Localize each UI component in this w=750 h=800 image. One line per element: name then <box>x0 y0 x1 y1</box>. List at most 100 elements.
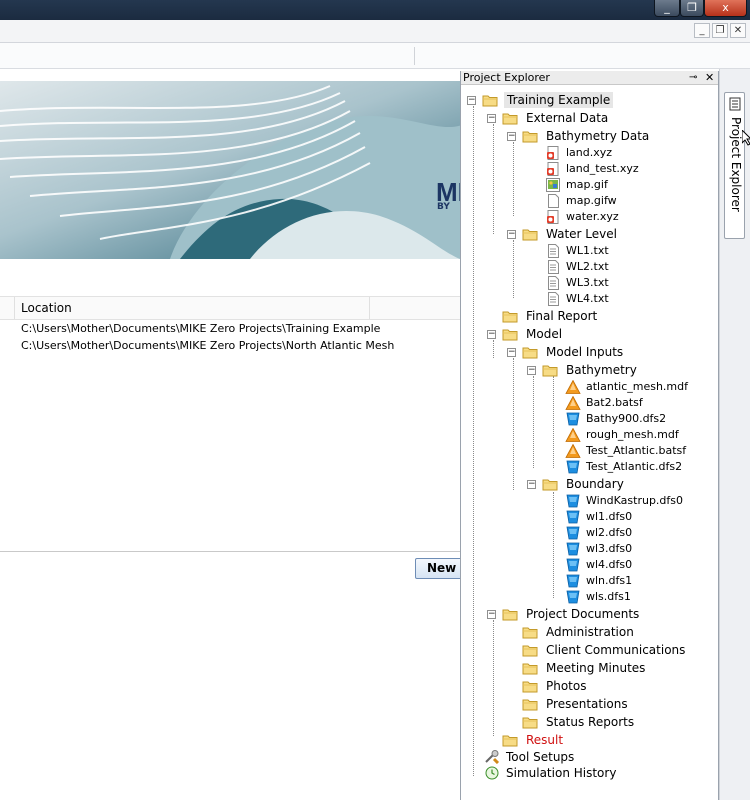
project-explorer-icon <box>729 97 741 111</box>
location-column-header[interactable]: Location <box>21 301 72 315</box>
history-icon <box>484 766 500 780</box>
tree-node-label: Bathymetry <box>566 363 637 377</box>
tree-node-label: Boundary <box>566 477 624 491</box>
collapse-toggle[interactable]: − <box>487 330 496 339</box>
tree-node-label: Simulation History <box>506 766 617 780</box>
tree-node-label: WL1.txt <box>566 244 609 257</box>
tree-guide <box>513 240 514 298</box>
tree-node-label: External Data <box>526 111 609 125</box>
window-close-button[interactable]: x <box>704 0 747 17</box>
folder-open-icon <box>522 129 538 143</box>
xyz-file-icon <box>545 146 561 160</box>
folder-open-icon <box>502 327 518 341</box>
tree-guide <box>553 376 554 468</box>
document-close-button[interactable]: ✕ <box>730 23 746 38</box>
folder-icon <box>502 733 518 747</box>
tree-node-label: Bathy900.dfs2 <box>586 412 667 425</box>
banner-graphic <box>0 85 460 259</box>
start-page-banner: MI BY <box>0 81 460 259</box>
text-file-icon <box>545 292 561 306</box>
window-minimize-button[interactable]: _ <box>654 0 680 17</box>
collapse-toggle[interactable]: − <box>467 96 476 105</box>
tree-node-label: Photos <box>546 679 587 693</box>
document-minimize-button[interactable]: _ <box>694 23 710 38</box>
mesh-file-icon <box>565 380 581 394</box>
text-file-icon <box>545 244 561 258</box>
tree-node-label: Presentations <box>546 697 628 711</box>
tree-node-label: map.gif <box>566 178 608 191</box>
folder-open-icon <box>542 363 558 377</box>
folder-icon <box>522 625 538 639</box>
image-file-icon <box>545 178 561 192</box>
dfs-file-icon <box>565 460 581 474</box>
tree-guide <box>473 106 474 776</box>
tree-guide <box>493 620 494 736</box>
tree-guide <box>493 124 494 234</box>
tree-node-label: wls.dfs1 <box>586 590 631 603</box>
tree-node-label: Tool Setups <box>506 750 575 764</box>
tree-node-label: Administration <box>546 625 634 639</box>
brand-logo-subtext: BY <box>437 202 450 212</box>
tree-node-label: wln.dfs1 <box>586 574 633 587</box>
recent-project-row[interactable]: C:\Users\Mother\Documents\MIKE Zero Proj… <box>21 322 380 335</box>
collapse-toggle[interactable]: − <box>487 610 496 619</box>
tree-node-label: WL2.txt <box>566 260 609 273</box>
section-divider <box>0 551 460 552</box>
tree-node-label: land.xyz <box>566 146 613 159</box>
collapse-toggle[interactable]: − <box>507 132 516 141</box>
tree-node-label: rough_mesh.mdf <box>586 428 679 441</box>
folder-icon <box>522 643 538 657</box>
column-separator <box>369 297 370 319</box>
collapse-toggle[interactable]: − <box>507 230 516 239</box>
collapse-toggle[interactable]: − <box>507 348 516 357</box>
tree-node-label: Water Level <box>546 227 617 241</box>
blank-file-icon <box>545 194 561 208</box>
tree-node-label: wl1.dfs0 <box>586 510 633 523</box>
tree-node-label: WL3.txt <box>566 276 609 289</box>
tree-node-label: Training Example <box>504 92 614 108</box>
collapse-toggle[interactable]: − <box>527 366 536 375</box>
tree-node-label: Project Documents <box>526 607 640 621</box>
recent-project-row[interactable]: C:\Users\Mother\Documents\MIKE Zero Proj… <box>21 339 394 352</box>
dfs-file-icon <box>565 494 581 508</box>
project-explorer-dock-tab[interactable]: Project Explorer <box>724 92 745 239</box>
document-window-bar: _ ❐ ✕ <box>0 20 750 43</box>
tree-node-label: Result <box>526 733 564 747</box>
mouse-cursor-icon <box>742 130 750 146</box>
folder-open-icon <box>502 111 518 125</box>
collapse-toggle[interactable]: − <box>527 480 536 489</box>
folder-open-icon <box>522 345 538 359</box>
dfs-file-icon <box>565 558 581 572</box>
tree-node-label: wl4.dfs0 <box>586 558 633 571</box>
tree-node-label: map.gifw <box>566 194 617 207</box>
document-restore-button[interactable]: ❐ <box>712 23 728 38</box>
mesh-file-icon <box>565 428 581 442</box>
project-tree: − Training Example − External Data − Bat… <box>461 71 720 800</box>
tree-guide <box>553 492 554 598</box>
tree-node-label: Client Communications <box>546 643 686 657</box>
folder-icon <box>502 309 518 323</box>
tree-node-label: Test_Atlantic.batsf <box>586 444 687 457</box>
tree-guide <box>533 376 534 468</box>
recent-projects-header: Location <box>0 296 460 320</box>
folder-icon <box>522 679 538 693</box>
window-restore-button[interactable]: ❐ <box>680 0 704 17</box>
dfs-file-icon <box>565 412 581 426</box>
tree-guide <box>493 340 494 358</box>
text-file-icon <box>545 276 561 290</box>
mesh-file-icon <box>565 396 581 410</box>
toolbar-separator <box>414 47 415 65</box>
tools-icon <box>484 750 500 764</box>
tree-node-label: WL4.txt <box>566 292 609 305</box>
start-page: MI BY Location C:\Users\Mother\Documents… <box>0 69 475 800</box>
window-titlebar: _ ❐ x <box>0 0 750 20</box>
tree-node-label: Final Report <box>526 309 598 323</box>
xyz-file-icon <box>545 162 561 176</box>
tree-node-label: wl3.dfs0 <box>586 542 633 555</box>
dfs-file-icon <box>565 590 581 604</box>
mesh-file-icon <box>565 444 581 458</box>
collapse-toggle[interactable]: − <box>487 114 496 123</box>
tree-node-label: wl2.dfs0 <box>586 526 633 539</box>
tree-node-label: Status Reports <box>546 715 635 729</box>
dfs-file-icon <box>565 510 581 524</box>
